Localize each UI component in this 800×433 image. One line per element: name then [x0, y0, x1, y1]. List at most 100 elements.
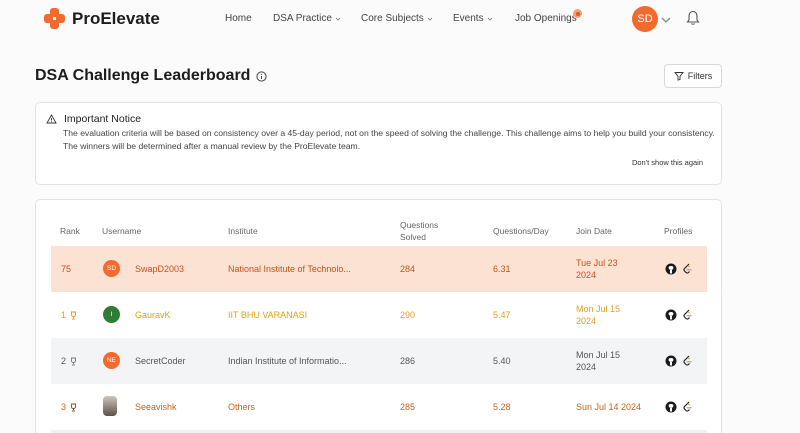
profile-links — [665, 401, 693, 413]
nav-item-core-subjects[interactable]: Core Subjects — [361, 13, 433, 24]
institute: IIT BHU VARANASI — [228, 310, 308, 320]
header-profiles: Profiles — [664, 226, 693, 236]
nav-item-events[interactable]: Events — [453, 13, 493, 24]
chevron-down-icon[interactable] — [661, 16, 671, 24]
nav-item-label: Core Subjects — [361, 13, 424, 24]
chevron-down-icon — [427, 17, 433, 21]
notice-header: Important Notice — [46, 113, 141, 125]
join-date-line2: 2024 — [576, 362, 597, 372]
rank-value: 75 — [61, 264, 72, 274]
trophy-icon — [71, 357, 76, 365]
username[interactable]: SwapD2003 — [135, 263, 184, 275]
github-icon[interactable] — [665, 263, 677, 275]
questions-per-day: 6.31 — [493, 264, 511, 274]
leetcode-icon[interactable] — [682, 355, 693, 367]
institute: Others — [228, 402, 256, 412]
filters-label: Filters — [687, 71, 713, 81]
join-date-line1: Mon Jul 15 — [576, 304, 621, 314]
filter-icon — [673, 72, 684, 81]
github-icon[interactable] — [665, 309, 677, 321]
questions-solved: 286 — [400, 356, 416, 366]
brand-name: ProElevate — [72, 9, 160, 28]
header-institute[interactable]: Institute — [228, 225, 258, 237]
header-join-date[interactable]: Join Date — [576, 225, 612, 237]
github-icon[interactable] — [665, 355, 677, 367]
page-title: DSA Challenge Leaderboard — [35, 67, 251, 84]
questions-solved: 285 — [400, 402, 416, 412]
join-date-line2: 2024 — [576, 316, 597, 326]
notification-dot — [573, 9, 582, 18]
trophy-icon — [71, 311, 76, 319]
warning-icon — [46, 114, 57, 124]
nav-item-label: Events — [453, 13, 484, 24]
profile-links — [665, 355, 693, 367]
rank-cell: 3 — [61, 401, 78, 413]
filters-button[interactable]: Filters — [664, 64, 722, 88]
header-questions-solved[interactable]: Questions Solved — [400, 219, 438, 243]
questions-per-day: 5.40 — [493, 356, 511, 366]
username[interactable]: Seeavishk — [135, 401, 177, 413]
header-questions-solved-line2: Solved — [400, 232, 426, 242]
join-date: Tue Jul 23 2024 — [576, 257, 618, 281]
page-title-row: DSA Challenge Leaderboard — [35, 67, 268, 85]
header-rank[interactable]: Rank — [60, 225, 80, 237]
table-row[interactable]: 2 NE SecretCoder Indian Institute of Inf… — [51, 338, 707, 384]
table-row-self[interactable]: 75 SD SwapD2003 National Institute of Te… — [51, 246, 707, 292]
info-icon[interactable] — [256, 70, 268, 82]
leetcode-icon[interactable] — [682, 309, 693, 321]
join-date-line1: Tue Jul 23 — [576, 258, 618, 268]
username[interactable]: GauravK — [135, 309, 171, 321]
dont-show-again-link[interactable]: Don't show this again — [632, 158, 703, 167]
leaderboard-table: Rank Username Institute Questions Solved… — [35, 199, 722, 433]
nav-item-job-openings[interactable]: Job Openings — [515, 13, 577, 24]
bell-icon[interactable] — [686, 10, 700, 26]
username[interactable]: SecretCoder — [135, 355, 186, 367]
leetcode-icon[interactable] — [682, 401, 693, 413]
rank-value: 1 — [61, 310, 67, 320]
top-nav: ProElevate Home DSA Practice Core Subjec… — [0, 0, 800, 40]
avatar: NE — [103, 352, 120, 369]
chevron-down-icon — [335, 17, 341, 21]
logo-mark-icon — [44, 8, 66, 30]
notice-title: Important Notice — [64, 113, 142, 125]
user-avatar[interactable]: SD — [632, 6, 658, 32]
avatar: SD — [103, 260, 120, 277]
questions-per-day: 5.28 — [493, 402, 511, 412]
rank-cell: 2 — [61, 355, 78, 367]
institute: National Institute of Technolo... — [228, 264, 351, 274]
github-icon[interactable] — [665, 401, 677, 413]
brand-logo[interactable]: ProElevate — [44, 8, 160, 30]
table-row[interactable]: 3 Seeavishk Others 285 5.28 Sun Jul 14 2… — [51, 384, 707, 430]
rank-value: 2 — [61, 356, 67, 366]
questions-per-day: 5.47 — [493, 310, 511, 320]
join-date-line2: 2024 — [576, 270, 597, 280]
avatar — [103, 396, 117, 416]
rank-cell: 1 — [61, 309, 78, 321]
nav-item-label: Home — [225, 13, 252, 24]
join-date: Mon Jul 15 2024 — [576, 349, 620, 373]
institute: Indian Institute of Informatio... — [228, 356, 347, 366]
header-questions-solved-line1: Questions — [400, 220, 439, 230]
join-date-line1: Sun Jul 14 2024 — [576, 402, 642, 412]
rank-value: 3 — [61, 402, 67, 412]
nav-item-label: DSA Practice — [273, 13, 332, 24]
questions-solved: 284 — [400, 264, 416, 274]
trophy-icon — [71, 403, 76, 411]
questions-solved: 290 — [400, 310, 416, 320]
profile-links — [665, 263, 693, 275]
header-username[interactable]: Username — [102, 225, 141, 237]
chevron-down-icon — [487, 17, 492, 21]
join-date: Mon Jul 15 2024 — [576, 303, 620, 327]
table-row[interactable]: 1 I GauravK IIT BHU VARANASI 290 5.47 Mo… — [51, 292, 707, 338]
nav-item-label: Job Openings — [515, 13, 577, 24]
join-date: Sun Jul 14 2024 — [576, 401, 641, 413]
avatar: I — [103, 306, 120, 323]
notice-card: Important Notice The evaluation criteria… — [35, 102, 722, 185]
nav-item-home[interactable]: Home — [225, 13, 252, 24]
join-date-line1: Mon Jul 15 — [576, 350, 621, 360]
header-questions-per-day[interactable]: Questions/Day — [493, 225, 549, 237]
nav-item-dsa-practice[interactable]: DSA Practice — [273, 13, 341, 24]
leetcode-icon[interactable] — [682, 263, 693, 275]
profile-links — [665, 309, 693, 321]
notice-text: The evaluation criteria will be based on… — [63, 128, 715, 151]
